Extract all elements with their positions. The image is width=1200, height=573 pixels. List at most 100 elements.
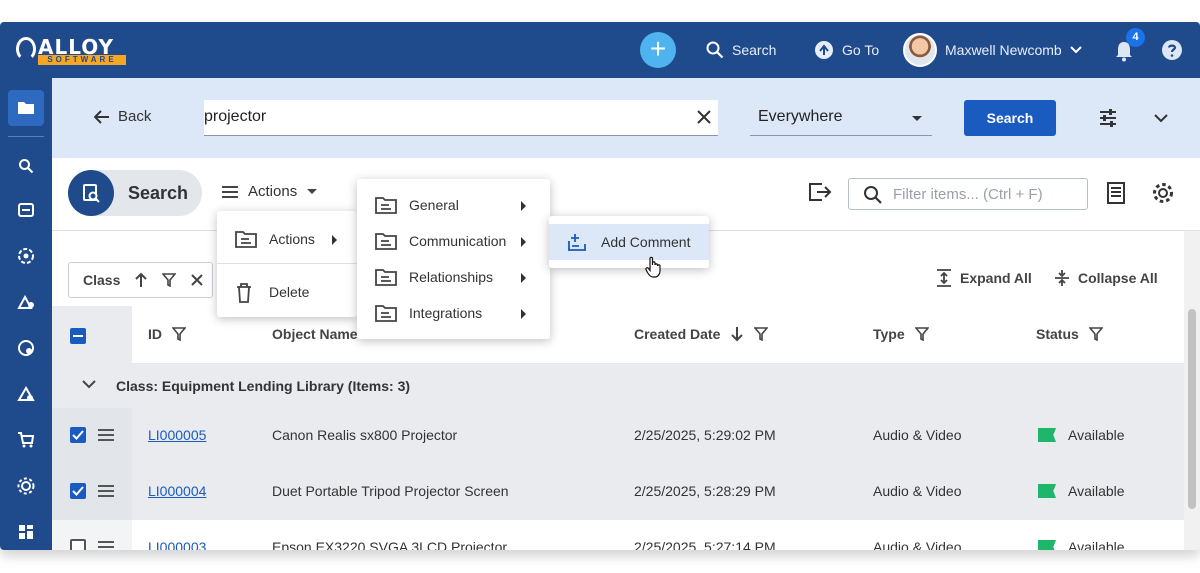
arrow-down-icon[interactable] (730, 326, 744, 342)
dashboard-icon (19, 525, 33, 539)
user-name: Maxwell Newcomb (945, 42, 1062, 58)
filter-icon[interactable] (162, 273, 177, 287)
menu-icon (222, 185, 238, 198)
row-menu-icon[interactable] (98, 429, 114, 441)
close-icon[interactable] (190, 273, 204, 287)
menu-divider (217, 263, 357, 264)
expand-all-button[interactable]: Expand All (936, 269, 1032, 287)
select-all-checkbox[interactable] (70, 328, 86, 344)
search-query-input[interactable] (204, 100, 684, 134)
table-row[interactable]: LI000005 Canon Realis sx800 Projector 2/… (52, 408, 1184, 464)
nav-services[interactable] (8, 238, 44, 274)
collapse-all-button[interactable]: Collapse All (1054, 269, 1158, 287)
column-header-id[interactable]: ID (148, 326, 186, 342)
class-chip-label: Class (83, 272, 121, 288)
arrow-left-icon (94, 109, 109, 124)
column-header-created-date[interactable]: Created Date (634, 326, 769, 342)
nav-problems[interactable] (8, 330, 44, 366)
column-header-status-label: Status (1036, 326, 1079, 342)
back-button[interactable]: Back (94, 108, 151, 125)
row-id-link[interactable]: LI000005 (148, 427, 206, 443)
export-icon[interactable] (808, 182, 832, 202)
menu-item-delete-label: Delete (269, 284, 310, 300)
gear-icon[interactable] (1152, 182, 1174, 204)
class-group-chip[interactable]: Class (68, 262, 213, 298)
filter-icon[interactable] (1088, 327, 1103, 341)
row-select-cell (52, 520, 132, 550)
menu-item-communication[interactable]: Communication (357, 223, 550, 259)
search-icon (706, 41, 724, 59)
filter-icon[interactable] (172, 327, 186, 341)
nav-tickets[interactable] (8, 192, 44, 228)
checkmark-icon (72, 486, 84, 496)
row-id-link[interactable]: LI000003 (148, 539, 206, 550)
search-button[interactable]: Search (964, 100, 1056, 136)
global-search-button[interactable]: Search (706, 40, 776, 60)
nav-changes[interactable] (8, 284, 44, 320)
chevron-down-icon[interactable] (1154, 114, 1168, 123)
nav-assets[interactable] (8, 376, 44, 412)
search-query-field[interactable] (204, 100, 718, 136)
arrow-up-icon[interactable] (134, 272, 148, 288)
menu-item-actions[interactable]: Actions (217, 221, 357, 257)
vertical-scrollbar[interactable] (1184, 231, 1200, 550)
filter-icon[interactable] (754, 327, 769, 341)
status-flag-icon (1038, 484, 1056, 498)
table-row[interactable]: LI000003 Epson EX3220 SVGA 3LCD Projecto… (52, 520, 1184, 550)
column-list-icon[interactable] (1106, 182, 1126, 204)
sliders-icon[interactable] (1098, 108, 1118, 128)
row-id-link[interactable]: LI000004 (148, 483, 206, 499)
scrollbar-thumb[interactable] (1188, 309, 1196, 509)
row-type: Audio & Video (873, 483, 962, 499)
column-header-object-name[interactable]: Object Name (272, 326, 358, 342)
nav-purchasing[interactable] (8, 422, 44, 458)
alloy-logo[interactable]: ALLOY SOFTWARE (16, 35, 130, 65)
column-header-status[interactable]: Status (1036, 326, 1103, 342)
column-header-type-label: Type (873, 326, 905, 342)
row-checkbox[interactable] (70, 427, 86, 443)
help-icon[interactable] (1161, 39, 1183, 61)
row-menu-icon[interactable] (98, 485, 114, 497)
row-checkbox[interactable] (70, 483, 86, 499)
cart-icon (18, 432, 35, 448)
actions-dropdown-button[interactable]: Actions (222, 183, 318, 200)
menu-item-integrations[interactable]: Integrations (357, 295, 550, 331)
create-new-button[interactable]: + (640, 32, 676, 68)
triangle-gear-icon (17, 386, 35, 401)
nav-object-views[interactable] (8, 90, 44, 126)
row-checkbox[interactable] (70, 539, 86, 550)
nav-reports[interactable] (8, 514, 44, 550)
filter-items-field[interactable]: Filter items... (Ctrl + F) (848, 178, 1088, 210)
user-menu[interactable]: Maxwell Newcomb (903, 33, 1082, 67)
menu-item-delete[interactable]: Delete (217, 274, 357, 310)
actions-label: Actions (248, 183, 298, 200)
search-view-pill[interactable]: Search (68, 170, 202, 216)
menu-item-relationships[interactable]: Relationships (357, 259, 550, 295)
close-icon[interactable] (694, 107, 714, 127)
search-icon (19, 159, 34, 174)
chevron-down-icon[interactable] (82, 380, 96, 389)
ticket-icon (18, 203, 34, 217)
search-scope-select[interactable]: Everywhere (750, 100, 932, 136)
row-object-name: Canon Realis sx800 Projector (272, 427, 458, 443)
search-view-circle (68, 170, 114, 216)
menu-item-general[interactable]: General (357, 187, 550, 223)
left-navigation (0, 78, 52, 550)
nav-settings[interactable] (8, 468, 44, 504)
goto-button[interactable]: Go To (814, 40, 879, 60)
folder-list-icon (375, 269, 397, 286)
filter-icon[interactable] (914, 327, 929, 341)
global-search-label: Search (732, 42, 777, 58)
gear-icon (17, 477, 35, 495)
table-row[interactable]: LI000004 Duet Portable Tripod Projector … (52, 464, 1184, 520)
menu-item-add-comment[interactable]: Add Comment (549, 224, 709, 260)
row-status-label: Available (1068, 483, 1125, 499)
row-menu-icon[interactable] (98, 541, 114, 550)
group-row[interactable]: Class: Equipment Lending Library (Items:… (52, 364, 1184, 408)
gear-cycle-icon (18, 248, 34, 264)
nav-search[interactable] (8, 148, 44, 184)
main-content: Search Actions Filter items... (Ctrl + F… (52, 158, 1200, 550)
row-object-name: Epson EX3220 SVGA 3LCD Projector (272, 539, 508, 550)
app-window: ALLOY SOFTWARE + Search Go To Maxwell Ne… (0, 22, 1200, 550)
column-header-type[interactable]: Type (873, 326, 929, 342)
